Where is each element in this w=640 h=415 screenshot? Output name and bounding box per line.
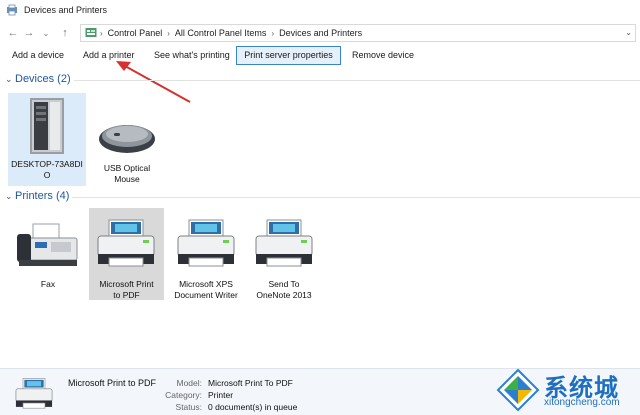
printer-label-line1: Fax <box>40 279 56 289</box>
devices-group-header[interactable]: ⌄ Devices (2) <box>0 73 640 87</box>
printer-item-xps-writer[interactable]: Microsoft XPS Document Writer <box>166 208 246 300</box>
printer-label-line2: to PDF <box>113 290 140 300</box>
breadcrumb-all-items[interactable]: All Control Panel Items <box>170 28 272 38</box>
see-whats-printing-button[interactable]: See what's printing <box>150 46 234 65</box>
back-arrow-icon[interactable]: ← <box>6 25 20 41</box>
printer-item-print-to-pdf[interactable]: Microsoft Print to PDF <box>89 208 164 300</box>
recent-locations-chevron-icon[interactable]: ⌄ <box>39 25 53 41</box>
details-model-key: Model: <box>176 378 202 388</box>
details-category-value: Printer <box>208 390 234 400</box>
printer-item-onenote[interactable]: Send To OneNote 2013 <box>244 208 324 300</box>
breadcrumb-devices-printers[interactable]: Devices and Printers <box>274 28 367 38</box>
forward-arrow-icon[interactable]: → <box>22 25 36 41</box>
printers-group-header[interactable]: ⌄ Printers (4) <box>0 190 640 204</box>
details-status-value: 0 document(s) in queue <box>208 402 298 412</box>
up-arrow-icon[interactable]: ↑ <box>58 25 72 41</box>
printer-label-line2: Document Writer <box>174 290 238 300</box>
watermark-logo-icon <box>496 368 540 412</box>
device-label-line1: USB Optical <box>103 163 151 173</box>
details-category-key: Category: <box>165 390 202 400</box>
watermark-url-text: xitongcheng.com <box>544 397 620 408</box>
address-bar[interactable]: › Control Panel › All Control Panel Item… <box>80 24 636 42</box>
device-label-line2: Mouse <box>114 174 140 184</box>
device-item-mouse[interactable]: USB Optical Mouse <box>86 93 168 186</box>
printer-label-line1: Send To <box>268 279 300 289</box>
address-row: ← → ⌄ ↑ › Control Panel › All Control Pa… <box>0 22 640 44</box>
command-toolbar: Add a device Add a printer See what's pr… <box>0 45 640 67</box>
mouse-icon <box>99 125 155 153</box>
printer-icon <box>15 378 53 409</box>
group-divider <box>72 197 640 198</box>
details-model-value: Microsoft Print To PDF <box>208 378 293 388</box>
details-device-name: Microsoft Print to PDF <box>68 378 157 388</box>
printer-icon <box>97 219 155 267</box>
add-printer-button[interactable]: Add a printer <box>79 46 139 65</box>
details-status-key: Status: <box>175 402 202 412</box>
collapse-chevron-icon[interactable]: ⌄ <box>5 191 13 202</box>
printer-label-line1: Microsoft Print <box>99 279 154 289</box>
add-device-button[interactable]: Add a device <box>8 46 68 65</box>
device-item-desktop[interactable]: DESKTOP-73A8DI O <box>8 93 86 186</box>
breadcrumb-control-panel[interactable]: Control Panel <box>103 28 168 38</box>
printer-label-line1: Microsoft XPS <box>179 279 233 289</box>
window-title: Devices and Printers <box>24 5 108 15</box>
printer-icon <box>255 219 313 267</box>
remove-device-button[interactable]: Remove device <box>348 46 418 65</box>
watermark: 系统城 xitongcheng.com <box>494 365 640 415</box>
computer-tower-icon <box>30 98 64 154</box>
printer-icon <box>177 219 235 267</box>
control-panel-icon <box>85 28 97 37</box>
group-divider <box>74 80 640 81</box>
devices-printers-app-icon <box>7 4 17 16</box>
print-server-properties-button[interactable]: Print server properties <box>236 46 341 65</box>
title-bar: Devices and Printers <box>0 0 640 20</box>
device-label-line1: DESKTOP-73A8DI <box>11 159 83 169</box>
devices-group-title: Devices (2) <box>15 73 71 85</box>
printer-label-line2: OneNote 2013 <box>256 290 312 300</box>
collapse-chevron-icon[interactable]: ⌄ <box>5 74 13 85</box>
device-label-line2: O <box>43 170 51 180</box>
printer-item-fax[interactable]: Fax <box>8 208 88 300</box>
address-dropdown-icon[interactable]: ⌄ <box>625 28 632 37</box>
fax-icon <box>17 223 78 266</box>
printers-group-title: Printers (4) <box>15 190 70 202</box>
